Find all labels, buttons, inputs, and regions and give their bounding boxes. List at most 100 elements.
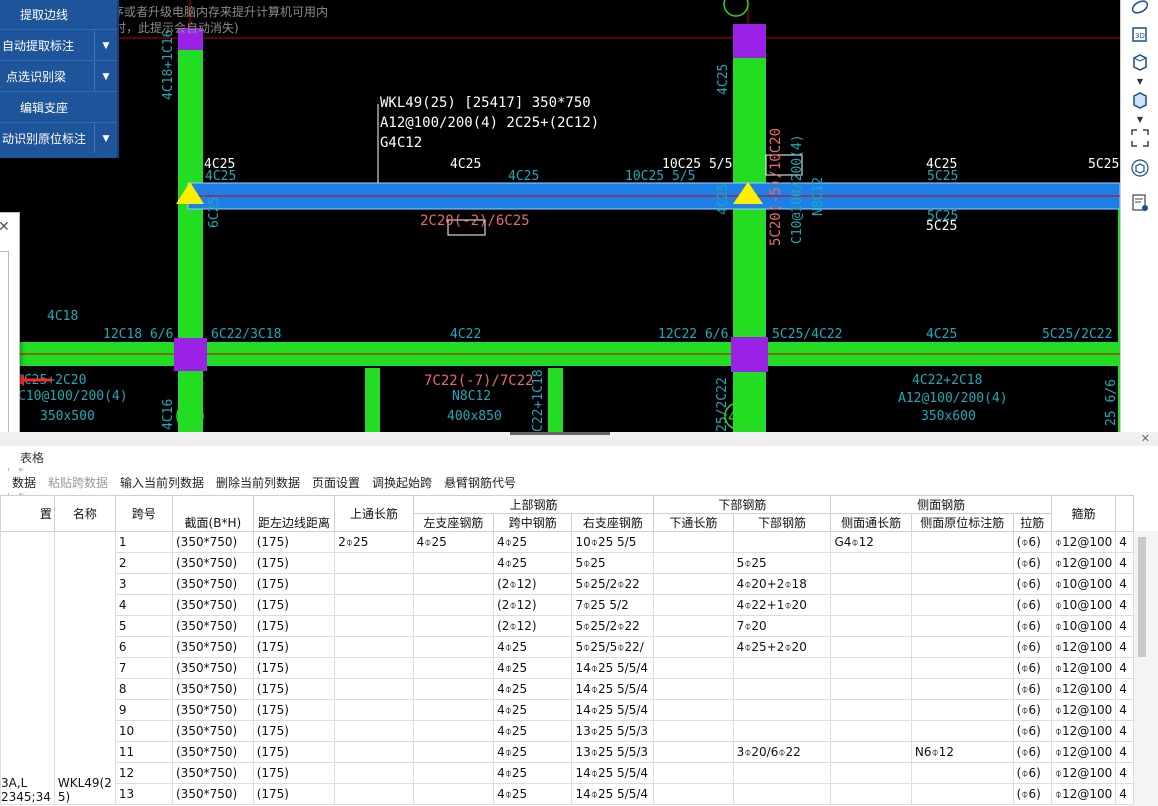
col-header-position[interactable]: 置 bbox=[0, 495, 55, 532]
cell-right[interactable]: 10⌽25 5/5 bbox=[571, 531, 655, 553]
cell-tie[interactable]: (⌽6) bbox=[1012, 678, 1052, 700]
cell-extra[interactable]: 4 bbox=[1115, 573, 1134, 595]
cell-offset[interactable]: (175) bbox=[252, 615, 336, 637]
cell-bottom[interactable]: 4⌽22+1⌽20 bbox=[732, 594, 832, 616]
extract-edge-button[interactable]: 提取边线 bbox=[0, 0, 117, 30]
cell-right[interactable]: 14⌽25 5/5/4 bbox=[571, 699, 655, 721]
cell-left[interactable] bbox=[412, 594, 495, 616]
cell-left[interactable] bbox=[412, 678, 495, 700]
table-row[interactable]: 10 (350*750) (175) 4⌽25 13⌽25 5/5/3 (⌽6) ⌽12@1… bbox=[1, 720, 1134, 742]
cell-left[interactable] bbox=[412, 783, 495, 805]
table-row[interactable]: 3A,L 2345;34 WKL49(2 5) 1 (350*750) (175) 2⌽2… bbox=[0, 531, 1134, 805]
toolbar-swap-start-span-button[interactable]: 调换起始跨 bbox=[372, 474, 432, 491]
cell-side-orig[interactable] bbox=[910, 720, 1014, 742]
cell-side-orig[interactable] bbox=[910, 615, 1014, 637]
cell-tie[interactable]: (⌽6) bbox=[1012, 552, 1052, 574]
cell-section[interactable]: (350*750) bbox=[172, 594, 254, 616]
cell-mid[interactable]: 4⌽25 bbox=[493, 678, 573, 700]
cell-section[interactable]: (350*750) bbox=[172, 552, 254, 574]
cell-section[interactable]: (350*750) bbox=[172, 678, 254, 700]
cell-span[interactable]: 4 bbox=[114, 594, 174, 616]
cell-side-through[interactable] bbox=[830, 783, 912, 805]
col-header-extra[interactable] bbox=[1115, 495, 1134, 532]
cell-top-through[interactable] bbox=[334, 594, 414, 616]
col-header-side-steel[interactable]: 侧面钢筋 bbox=[830, 495, 1052, 514]
3d-view-icon[interactable]: 3D bbox=[1129, 24, 1151, 46]
cell-b-through[interactable] bbox=[653, 699, 734, 721]
cell-mid[interactable]: 4⌽25 bbox=[493, 741, 573, 763]
cell-left[interactable] bbox=[412, 615, 495, 637]
table-row[interactable]: 7 (350*750) (175) 4⌽25 14⌽25 5/5/4 (⌽6) ⌽12@10… bbox=[1, 657, 1134, 679]
cell-mid[interactable]: 4⌽25 bbox=[493, 762, 573, 784]
col-header-bottom-through[interactable]: 下通长筋 bbox=[653, 513, 734, 532]
cell-span[interactable]: 13 bbox=[114, 783, 174, 805]
cell-span[interactable]: 6 bbox=[114, 636, 174, 658]
cell-side-orig[interactable] bbox=[910, 699, 1014, 721]
col-header-tie[interactable]: 拉筋 bbox=[1012, 513, 1052, 532]
cell-side-through[interactable] bbox=[830, 573, 912, 595]
cell-extra[interactable]: 4 bbox=[1115, 531, 1134, 553]
cell-stirrup[interactable]: ⌽12@100 bbox=[1050, 657, 1117, 679]
cell-offset[interactable]: (175) bbox=[252, 678, 336, 700]
cell-right[interactable]: 14⌽25 5/5/4 bbox=[571, 657, 655, 679]
cell-b-through[interactable] bbox=[653, 573, 734, 595]
edit-support-button[interactable]: 编辑支座 bbox=[0, 93, 117, 123]
cell-bottom[interactable] bbox=[732, 657, 832, 679]
cell-tie[interactable]: (⌽6) bbox=[1012, 636, 1052, 658]
chevron-down-icon[interactable]: ▼ bbox=[94, 31, 117, 60]
cell-tie[interactable]: (⌽6) bbox=[1012, 573, 1052, 595]
cell-span[interactable]: 9 bbox=[114, 699, 174, 721]
short-column-2[interactable] bbox=[548, 368, 563, 432]
col-header-stirrup[interactable]: 箍筋 bbox=[1050, 495, 1117, 532]
table-row[interactable]: 9 (350*750) (175) 4⌽25 14⌽25 5/5/4 (⌽6) ⌽12@10… bbox=[1, 699, 1134, 721]
cell-side-orig[interactable] bbox=[910, 657, 1014, 679]
cell-offset[interactable]: (175) bbox=[252, 531, 336, 553]
cell-mid[interactable]: 4⌽25 bbox=[493, 636, 573, 658]
cell-side-orig[interactable] bbox=[910, 594, 1014, 616]
toolbar-cantilever-code-button[interactable]: 悬臂钢筋代号 bbox=[444, 474, 516, 491]
col-header-span[interactable]: 跨号 bbox=[114, 495, 174, 532]
col-header-mid-span[interactable]: 跨中钢筋 bbox=[493, 513, 573, 532]
table-row[interactable]: 11 (350*750) (175) 4⌽25 13⌽25 5/5/3 3⌽20/6⌽22… bbox=[1, 741, 1134, 763]
cell-bottom[interactable] bbox=[732, 762, 832, 784]
cell-side-through[interactable] bbox=[830, 720, 912, 742]
table-row[interactable]: 3 (350*750) (175) (2⌽12) 5⌽25/2⌽22 4⌽20+2⌽18 (… bbox=[1, 573, 1134, 595]
cell-side-through[interactable] bbox=[830, 741, 912, 763]
cell-bottom[interactable] bbox=[732, 720, 832, 742]
table-vertical-scrollbar[interactable] bbox=[1134, 531, 1158, 806]
cell-right[interactable]: 5⌽25/2⌽22 bbox=[571, 615, 655, 637]
cell-side-through[interactable] bbox=[830, 699, 912, 721]
cell-right[interactable]: 14⌽25 5/5/4 bbox=[571, 783, 655, 805]
cell-stirrup[interactable]: ⌽10@100 bbox=[1050, 615, 1117, 637]
col-header-top-through[interactable]: 上通长筋 bbox=[334, 495, 414, 532]
cell-b-through[interactable] bbox=[653, 741, 734, 763]
cell-mid[interactable]: 4⌽25 bbox=[493, 783, 573, 805]
support-4a-l[interactable] bbox=[731, 337, 768, 372]
cell-offset[interactable]: (175) bbox=[252, 762, 336, 784]
cell-tie[interactable]: (⌽6) bbox=[1012, 762, 1052, 784]
cell-extra[interactable]: 4 bbox=[1115, 657, 1134, 679]
chevron-down-icon[interactable]: ▼ bbox=[94, 124, 117, 153]
cell-span[interactable]: 11 bbox=[114, 741, 174, 763]
cell-top-through[interactable]: 2⌽25 bbox=[334, 531, 414, 553]
cell-section[interactable]: (350*750) bbox=[172, 741, 254, 763]
cell-offset[interactable]: (175) bbox=[252, 741, 336, 763]
cell-side-orig[interactable] bbox=[910, 531, 1014, 553]
col-header-offset[interactable]: 距左边线距离 bbox=[252, 495, 336, 532]
cell-right[interactable]: 13⌽25 5/5/3 bbox=[571, 741, 655, 763]
toolbar-input-column-button[interactable]: 输入当前列数据 bbox=[120, 474, 204, 491]
cell-extra[interactable]: 4 bbox=[1115, 594, 1134, 616]
cell-right[interactable]: 5⌽25 bbox=[571, 552, 655, 574]
cell-top-through[interactable] bbox=[334, 762, 414, 784]
toolbar-data-button[interactable]: 数据 bbox=[12, 474, 36, 491]
cell-left[interactable] bbox=[412, 552, 495, 574]
cell-right[interactable]: 13⌽25 5/5/3 bbox=[571, 720, 655, 742]
cell-tie[interactable]: (⌽6) bbox=[1012, 531, 1052, 553]
col-header-left-support[interactable]: 左支座钢筋 bbox=[412, 513, 495, 532]
cell-extra[interactable]: 4 bbox=[1115, 762, 1134, 784]
cell-bottom[interactable] bbox=[732, 783, 832, 805]
column-3a[interactable] bbox=[178, 30, 203, 432]
cell-span[interactable]: 2 bbox=[114, 552, 174, 574]
cell-top-through[interactable] bbox=[334, 573, 414, 595]
cell-stirrup[interactable]: ⌽12@100 bbox=[1050, 741, 1117, 763]
